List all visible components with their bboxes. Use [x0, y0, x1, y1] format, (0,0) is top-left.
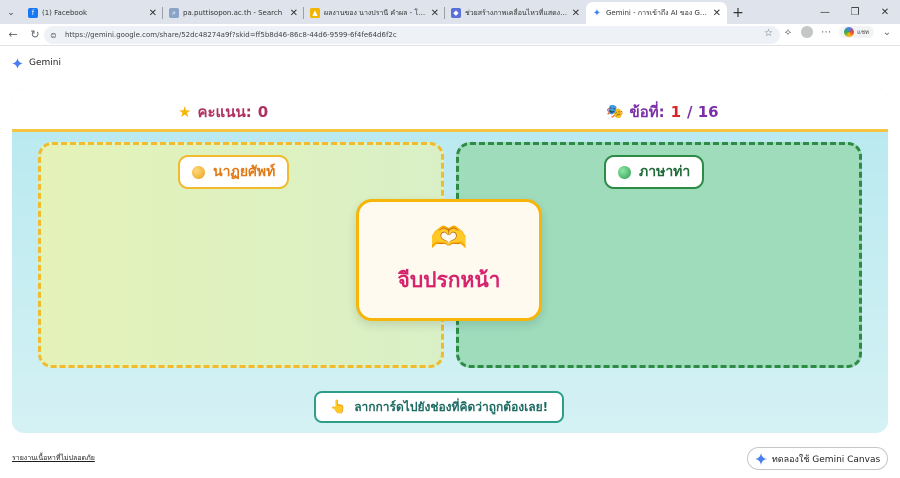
gemini-spark-icon — [754, 452, 767, 465]
orange-ball-icon — [192, 165, 205, 179]
score-display: ★ คะแนน: 0 — [178, 100, 268, 124]
gemini-logo-icon — [844, 27, 855, 37]
gemini-spark-icon — [12, 57, 23, 69]
heart-hands-icon: 🫶 — [430, 220, 468, 256]
minimize-icon[interactable]: — — [810, 0, 840, 24]
address-bar-row: ← ↻ ⊜ https://gemini.google.com/share/52… — [0, 24, 900, 46]
question-total: / 16 — [687, 103, 719, 121]
sorting-game: ★ คะแนน: 0 🎭 ข้อที่: 1 / 16 นาฏยศัพท์ ภา… — [12, 88, 888, 433]
drive-icon: ▲ — [310, 8, 320, 18]
site-info-icon[interactable]: ⊜ — [50, 31, 62, 40]
tab-title: (1) Facebook — [42, 9, 88, 17]
tab-gemini-active[interactable]: ✦ Gemini - การเข้าถึง AI ของ Google ได้ … — [586, 2, 727, 24]
score-label: คะแนน: — [197, 103, 252, 121]
browser-tab-strip: ⌄ f (1) Facebook ✕ ⌕ pa.puttisopon.ac.th… — [0, 0, 900, 24]
gemini-chat-button[interactable]: แชท — [839, 26, 874, 38]
instruction-text: ลากการ์ดไปยังช่องที่คิดว่าถูกต้องเลย! — [354, 399, 549, 414]
green-ball-icon — [618, 165, 631, 179]
url-text: https://gemini.google.com/share/52dc4827… — [65, 31, 397, 39]
instruction-banner: 👆 ลากการ์ดไปยังช่องที่คิดว่าถูกต้องเลย! — [314, 391, 565, 423]
menu-dots-icon[interactable]: ⋯ — [819, 27, 833, 38]
close-icon[interactable]: ✕ — [713, 8, 721, 19]
card-word: จีบปรกหน้า — [397, 267, 501, 292]
gemini-brand[interactable]: Gemini — [29, 58, 61, 68]
close-icon[interactable]: ✕ — [572, 8, 580, 19]
canvas-button-label: ทดลองใช้ Gemini Canvas — [771, 454, 881, 465]
tab-search[interactable]: ⌕ pa.puttisopon.ac.th - Search ✕ — [163, 2, 304, 24]
extensions-icon[interactable]: ⟡ — [781, 27, 795, 38]
url-field[interactable]: ⊜ https://gemini.google.com/share/52dc48… — [44, 26, 780, 44]
close-icon[interactable]: ✕ — [290, 8, 298, 19]
score-bar: ★ คะแนน: 0 🎭 ข้อที่: 1 / 16 — [12, 88, 888, 132]
gemini-spark-icon: ✦ — [592, 7, 602, 19]
gemini-chat-icon: ◆ — [451, 8, 461, 18]
zone-label-text: ภาษาท่า — [639, 164, 691, 180]
bookmark-star-icon[interactable]: ☆ — [764, 28, 773, 39]
tab-title: ผลงานของ นางปรานี คำผล - โรงเรียนภูฯ — [324, 8, 427, 17]
star-icon: ★ — [178, 103, 192, 121]
tab-search-icon[interactable]: ⌄ — [0, 2, 22, 24]
tab-facebook[interactable]: f (1) Facebook ✕ — [22, 2, 163, 24]
gemini-chat-label: แชท — [857, 29, 869, 36]
score-value: 0 — [257, 103, 269, 121]
question-current: 1 — [670, 103, 682, 121]
try-gemini-canvas-button[interactable]: ทดลองใช้ Gemini Canvas — [747, 447, 888, 470]
tab-title: pa.puttisopon.ac.th - Search — [183, 9, 283, 17]
tab-gemini-chat[interactable]: ◆ ช่วยสร้างภาพเคลื่อนไหวที่แสดงถึงความใจ… — [445, 2, 586, 24]
tab-title: Gemini - การเข้าถึง AI ของ Google ได้ — [606, 8, 709, 17]
gemini-header: Gemini — [0, 50, 900, 76]
window-controls: — ❐ ✕ — [810, 0, 900, 24]
toolbar-right: ⟡ ⋯ แชท ⌄ — [781, 26, 894, 38]
tab-title: ช่วยสร้างภาพเคลื่อนไหวที่แสดงถึงความใจฯ — [465, 8, 568, 17]
report-unsafe-content-link[interactable]: รายงานเนื้อหาที่ไม่ปลอดภัย — [12, 453, 95, 464]
close-window-icon[interactable]: ✕ — [870, 0, 900, 24]
facebook-icon: f — [28, 8, 38, 18]
question-counter: 🎭 ข้อที่: 1 / 16 — [606, 100, 719, 124]
close-icon[interactable]: ✕ — [149, 8, 157, 19]
restore-icon[interactable]: ❐ — [840, 0, 870, 24]
theater-masks-icon: 🎭 — [606, 104, 624, 120]
zone-label-natya-term: นาฏยศัพท์ — [178, 155, 290, 189]
chevron-down-icon[interactable]: ⌄ — [880, 27, 894, 38]
pointing-hand-icon: 👆 — [330, 399, 347, 415]
zone-label-gesture-language: ภาษาท่า — [604, 155, 705, 189]
draggable-word-card[interactable]: 🫶 จีบปรกหน้า — [356, 199, 542, 321]
profile-avatar[interactable] — [801, 26, 814, 38]
back-arrow-icon[interactable]: ← — [4, 26, 22, 44]
reload-icon[interactable]: ↻ — [26, 26, 44, 44]
new-tab-button[interactable]: + — [727, 2, 749, 24]
close-icon[interactable]: ✕ — [431, 8, 439, 19]
question-label: ข้อที่: — [629, 103, 665, 121]
tab-works[interactable]: ▲ ผลงานของ นางปรานี คำผล - โรงเรียนภูฯ ✕ — [304, 2, 445, 24]
search-icon: ⌕ — [169, 8, 179, 18]
zone-label-text: นาฏยศัพท์ — [213, 164, 276, 180]
